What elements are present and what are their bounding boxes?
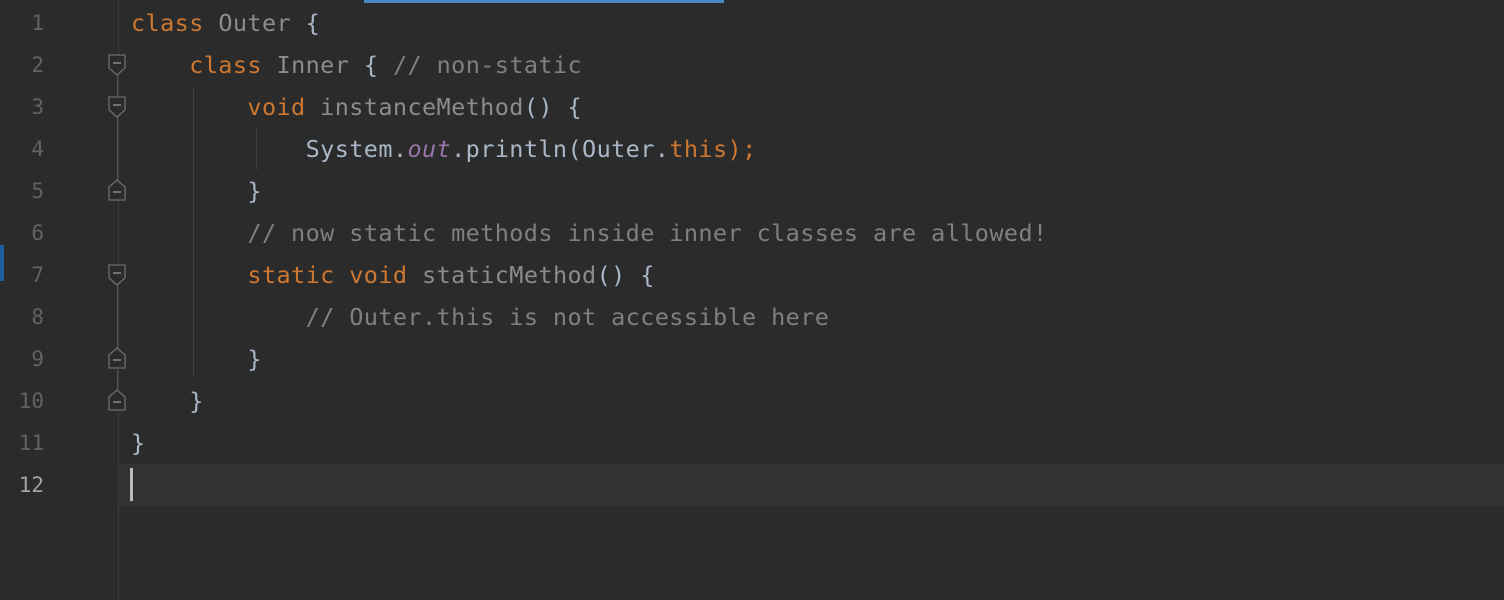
code-line-9[interactable]: } [131, 338, 262, 380]
gutter-separator [118, 0, 119, 600]
line-number: 8 [31, 305, 44, 329]
brace: } [247, 345, 262, 373]
brace: } [247, 177, 262, 205]
fold-collapse-icon[interactable] [108, 264, 126, 286]
active-tab-indicator [364, 0, 724, 3]
line-number: 7 [31, 263, 44, 287]
class-name: Outer [218, 9, 292, 37]
code-line-10[interactable]: } [131, 380, 204, 422]
code-line-6[interactable]: // now static methods inside inner class… [131, 212, 1048, 254]
code-line-5[interactable]: } [131, 170, 262, 212]
line-number-current: 12 [18, 473, 44, 497]
fold-guide [117, 76, 118, 186]
keyword: static [247, 261, 335, 289]
comment: // non-static [392, 51, 583, 79]
fold-end-icon[interactable] [108, 347, 126, 369]
brace: } [189, 387, 204, 415]
line-number: 9 [31, 347, 44, 371]
keyword: class [131, 9, 204, 37]
line-number: 10 [18, 389, 44, 413]
code-line-12[interactable] [131, 464, 1501, 506]
keyword: void [247, 93, 306, 121]
line-number: 5 [31, 179, 44, 203]
method-name: instanceMethod [320, 93, 524, 121]
code-line-4[interactable]: System.out.println(Outer.this); [131, 128, 757, 170]
line-number: 4 [31, 137, 44, 161]
fold-collapse-icon[interactable] [108, 54, 126, 76]
brace: { [363, 51, 379, 79]
punctuation: () { [596, 261, 655, 289]
line-number: 2 [31, 53, 44, 77]
line-number: 1 [31, 11, 44, 35]
fold-collapse-icon[interactable] [108, 96, 126, 118]
brace: { [305, 9, 321, 37]
identifier: .println(Outer. [451, 135, 670, 163]
keyword: this [669, 135, 728, 163]
code-line-2[interactable]: class Inner { // non-static [131, 44, 582, 86]
method-name: staticMethod [422, 261, 597, 289]
text-caret [130, 468, 133, 501]
identifier: System. [305, 135, 408, 163]
code-line-8[interactable]: // Outer.this is not accessible here [131, 296, 829, 338]
code-line-11[interactable]: } [131, 422, 146, 464]
comment: // Outer.this is not accessible here [305, 303, 830, 331]
fold-guide [117, 286, 118, 352]
line-number: 11 [18, 431, 44, 455]
line-number: 3 [31, 95, 44, 119]
line-number: 6 [31, 221, 44, 245]
code-line-1[interactable]: class Outer { [131, 2, 320, 44]
comment: // now static methods inside inner class… [247, 219, 1048, 247]
punctuation: () { [523, 93, 583, 121]
brace: } [131, 429, 146, 457]
code-editor[interactable]: 1 2 3 4 5 6 7 8 9 10 11 12 class Outer {… [0, 0, 1504, 600]
keyword: class [189, 51, 262, 79]
keyword: void [349, 261, 408, 289]
code-line-3[interactable]: void instanceMethod() { [131, 86, 582, 128]
static-field: out [407, 135, 452, 163]
code-line-7[interactable]: static void staticMethod() { [131, 254, 655, 296]
class-name: Inner [276, 51, 350, 79]
fold-end-icon[interactable] [108, 179, 126, 201]
fold-end-icon[interactable] [108, 389, 126, 411]
punctuation: ); [727, 135, 757, 163]
